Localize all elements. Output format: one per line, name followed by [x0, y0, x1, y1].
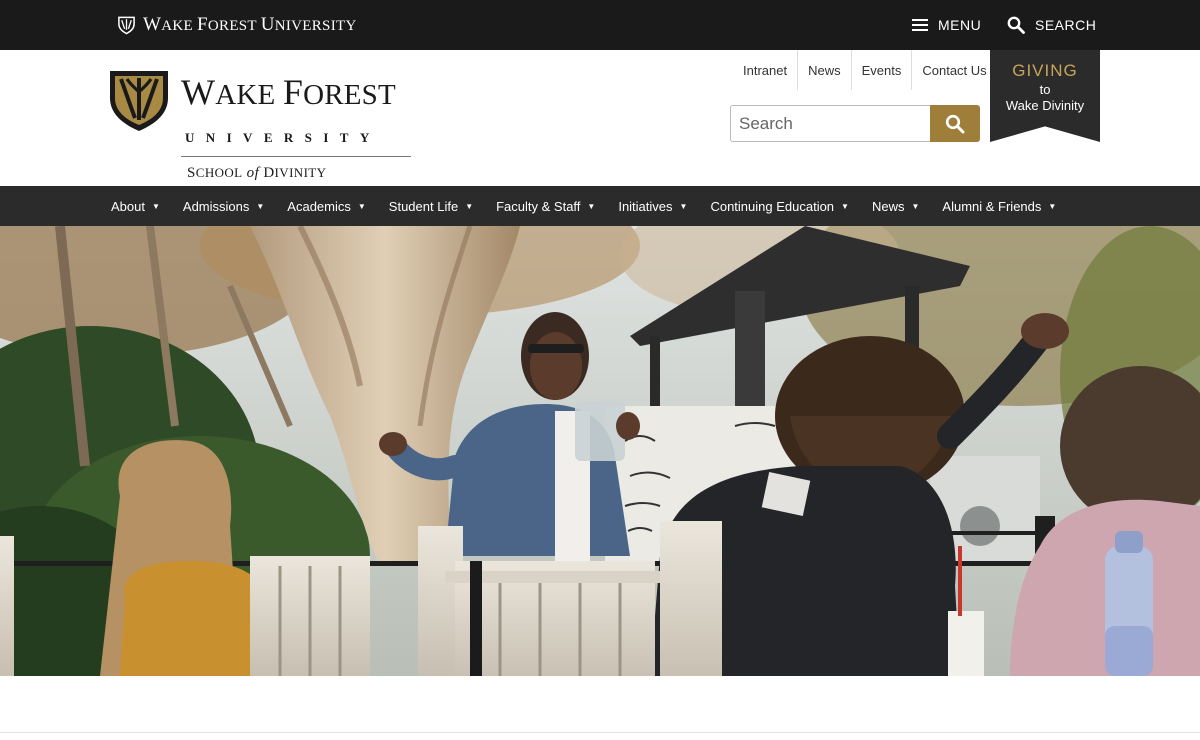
logo-divider [181, 156, 411, 157]
nav-student-life[interactable]: Student Life ▼ [389, 186, 473, 226]
top-search-button[interactable]: SEARCH [1007, 0, 1096, 50]
content-area [0, 676, 1200, 740]
wfu-wordmark: WAKE FOREST UNIVERSITY [143, 14, 357, 35]
site-header: WAKE FOREST UNIVERSITY SCHOOL of DIVINIT… [0, 50, 1200, 186]
giving-title: GIVING [1012, 61, 1078, 80]
nav-academics[interactable]: Academics ▼ [287, 186, 366, 226]
quicklink-intranet[interactable]: Intranet [733, 50, 799, 90]
logo-university: UNIVERSITY [185, 130, 381, 145]
giving-to-wake-divinity-link[interactable]: GIVING to Wake Divinity [990, 50, 1100, 142]
search-label: SEARCH [1035, 17, 1097, 33]
menu-button[interactable]: MENU [912, 0, 981, 50]
caret-down-icon: ▼ [256, 201, 265, 211]
wfu-shield-icon [118, 16, 135, 35]
search-icon [945, 114, 965, 133]
search-icon [1007, 16, 1025, 34]
logo-wordmark: WAKE FOREST [181, 72, 396, 112]
logo-school-name: SCHOOL of DIVINITY [187, 165, 327, 181]
quicklink-events[interactable]: Events [852, 50, 913, 90]
search-input[interactable] [730, 105, 930, 142]
divider [0, 732, 1200, 733]
caret-down-icon: ▼ [151, 201, 160, 211]
nav-admissions[interactable]: Admissions ▼ [183, 186, 264, 226]
top-bar: WAKE FOREST UNIVERSITY MENU SEARCH [0, 0, 1200, 50]
quicklink-contact-us[interactable]: Contact Us [912, 50, 996, 90]
nav-about[interactable]: About ▼ [111, 186, 160, 226]
search-submit-button[interactable] [930, 105, 980, 142]
caret-down-icon: ▼ [465, 201, 474, 211]
caret-down-icon: ▼ [679, 201, 688, 211]
hero-photo-illustration [0, 226, 1200, 676]
caret-down-icon: ▼ [841, 201, 849, 211]
wfu-crest-icon [110, 71, 168, 131]
caret-down-icon: ▼ [587, 201, 596, 211]
wfu-home-link[interactable]: WAKE FOREST UNIVERSITY [117, 14, 357, 36]
menu-label: MENU [938, 17, 982, 33]
giving-wake-divinity: Wake Divinity [1005, 98, 1085, 113]
nav-continuing-education[interactable]: Continuing Education ▼ [710, 186, 849, 226]
quick-links: Intranet News Events Contact Us [733, 50, 997, 90]
site-search [730, 105, 980, 142]
caret-down-icon: ▼ [911, 201, 920, 211]
caret-down-icon: ▼ [357, 201, 366, 211]
main-navigation: About ▼ Admissions ▼ Academics ▼ Student Li… [0, 186, 1200, 226]
nav-alumni-friends[interactable]: Alumni & Friends ▼ [942, 186, 1056, 226]
hero-image [0, 226, 1200, 676]
school-of-divinity-logo[interactable]: WAKE FOREST UNIVERSITY SCHOOL of DIVINIT… [109, 70, 411, 181]
hamburger-icon [912, 19, 928, 31]
quicklink-news[interactable]: News [798, 50, 852, 90]
caret-down-icon: ▼ [1048, 201, 1057, 211]
nav-initiatives[interactable]: Initiatives ▼ [618, 186, 687, 226]
nav-faculty-staff[interactable]: Faculty & Staff ▼ [496, 186, 595, 226]
nav-news[interactable]: News ▼ [872, 186, 919, 226]
giving-to: to [1039, 82, 1051, 97]
